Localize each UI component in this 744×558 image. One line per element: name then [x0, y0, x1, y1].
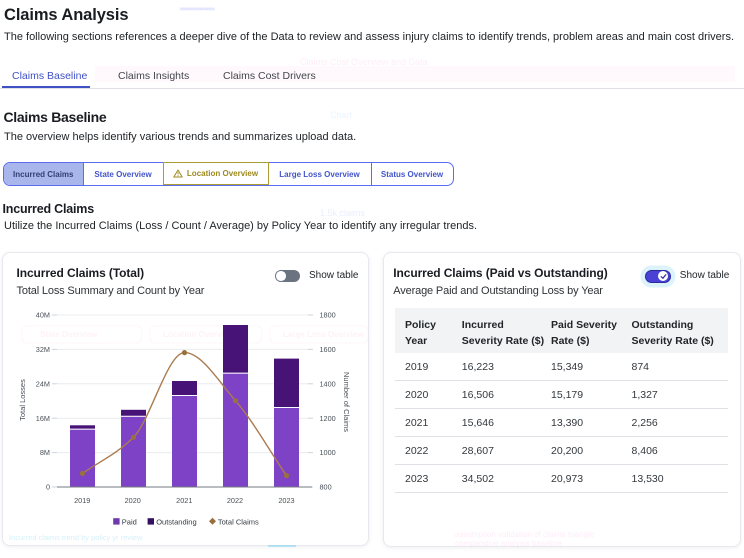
svg-text:Total Losses: Total Losses	[18, 379, 27, 421]
svg-text:2023: 2023	[278, 496, 294, 505]
svg-text:0: 0	[46, 483, 50, 492]
svg-text:2022: 2022	[227, 496, 243, 505]
svg-text:Outstanding: Outstanding	[156, 517, 196, 526]
svg-text:2019: 2019	[74, 496, 90, 505]
svg-text:Total Claims: Total Claims	[218, 517, 259, 526]
svg-text:Large Loss Overview: Large Loss Overview	[283, 330, 364, 339]
svg-text:1800: 1800	[320, 311, 336, 320]
svg-text:2020: 2020	[125, 496, 141, 505]
svg-text:40M: 40M	[36, 311, 50, 320]
svg-text:1200: 1200	[320, 414, 336, 423]
svg-text:1600: 1600	[320, 345, 336, 354]
svg-text:24M: 24M	[36, 379, 50, 388]
svg-text:32M: 32M	[36, 345, 50, 354]
svg-text:1000: 1000	[320, 448, 336, 457]
svg-text:2021: 2021	[176, 496, 192, 505]
svg-text:1400: 1400	[320, 379, 336, 388]
svg-text:Number of Claims: Number of Claims	[342, 372, 351, 432]
svg-text:8M: 8M	[40, 448, 50, 457]
svg-text:Paid: Paid	[122, 517, 137, 526]
svg-text:State Overview: State Overview	[40, 330, 98, 339]
svg-text:16M: 16M	[36, 414, 50, 423]
svg-text:800: 800	[320, 483, 332, 492]
